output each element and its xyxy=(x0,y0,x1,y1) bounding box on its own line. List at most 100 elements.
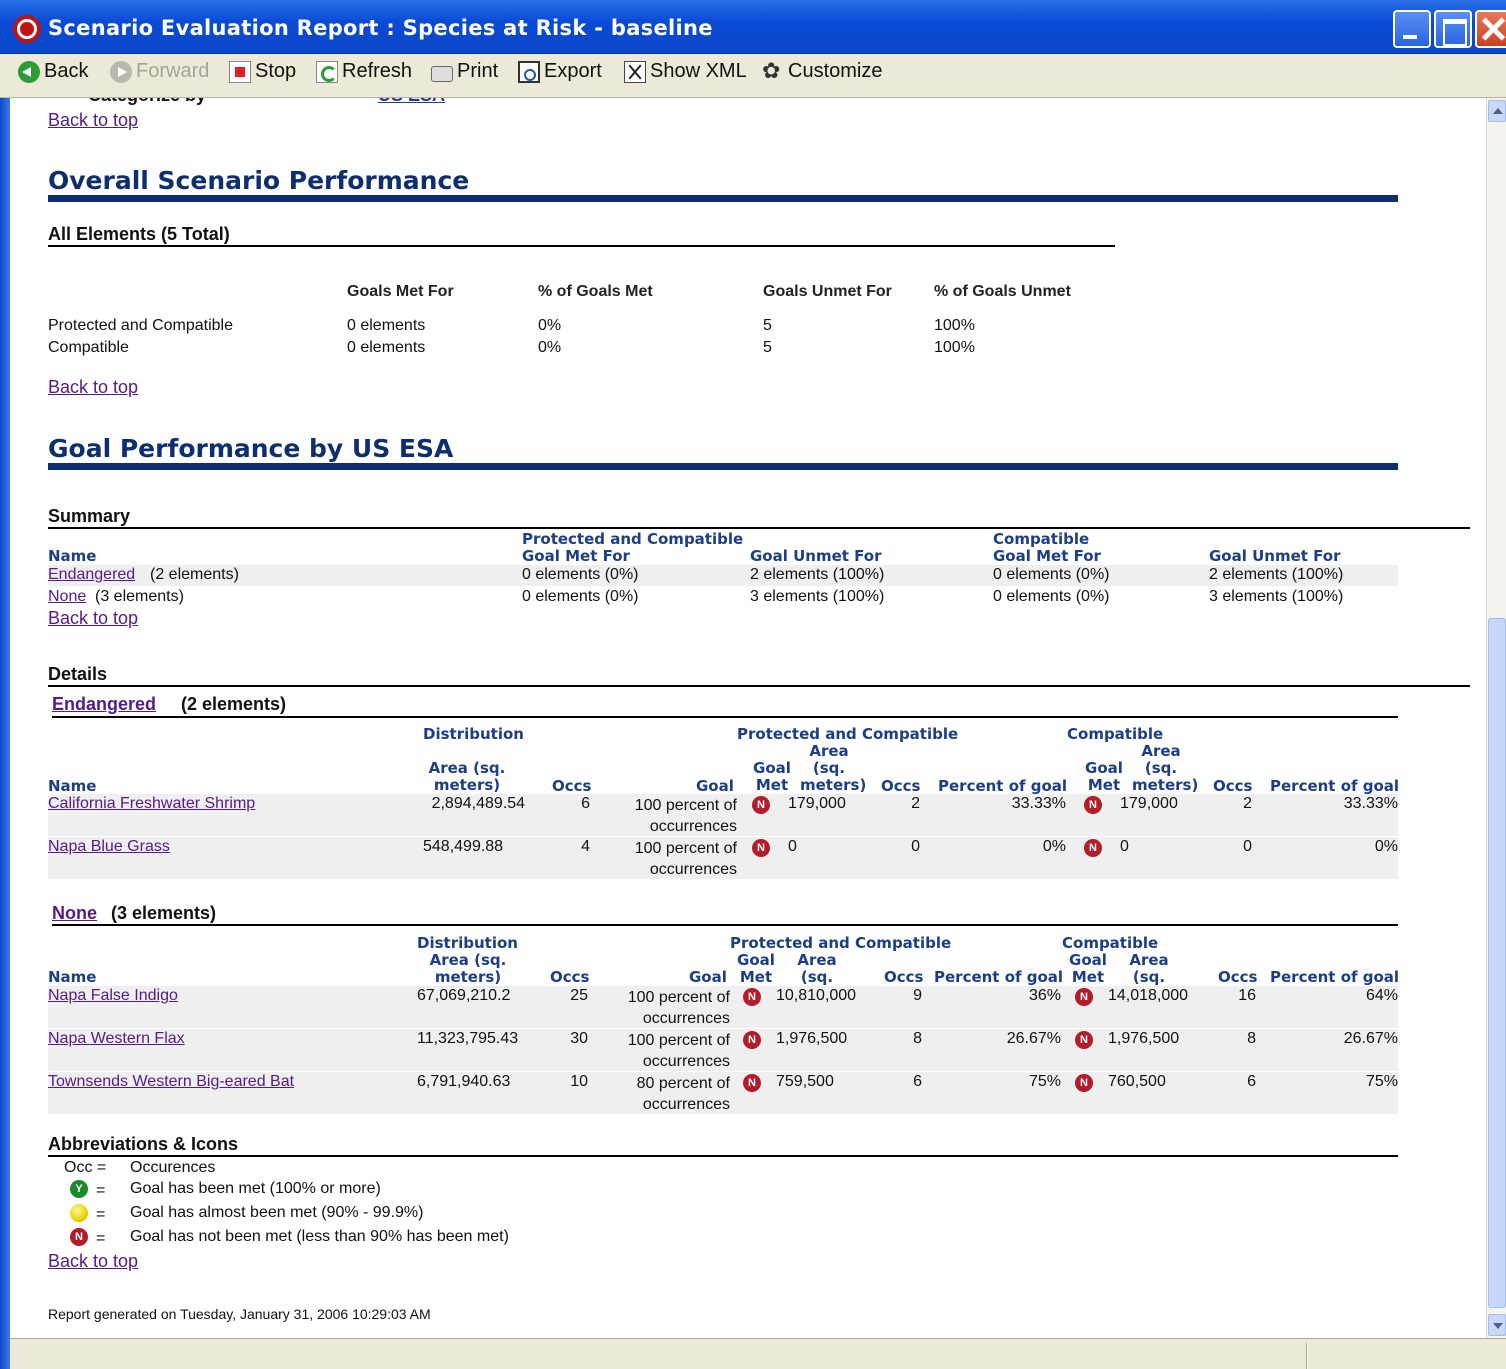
row-label: Compatible xyxy=(48,339,129,356)
header-pc-area: Area (sq. meters) xyxy=(800,742,867,794)
maximize-button[interactable] xyxy=(1434,10,1472,48)
species-link[interactable]: Napa Blue Grass xyxy=(48,838,170,856)
summary-pc-met: 0 elements (0%) xyxy=(522,588,639,605)
overall-section-title: Overall Scenario Performance xyxy=(48,166,470,195)
goal-text: 80 percent of occurrences xyxy=(636,1075,730,1113)
c-occs: 6 xyxy=(1247,1073,1256,1090)
export-button[interactable]: Export xyxy=(518,60,602,83)
c-area: 179,000 xyxy=(1120,795,1178,812)
dist-occs: 4 xyxy=(581,838,590,855)
legend-equals: = xyxy=(96,1182,106,1199)
pc-occs: 9 xyxy=(913,987,922,1004)
back-button[interactable]: Back xyxy=(18,60,88,83)
show-xml-label: Show XML xyxy=(650,60,747,82)
details-divider xyxy=(48,685,1470,687)
header-protected-compatible: Protected and Compatible xyxy=(730,934,952,952)
header-pc-occs: Occs xyxy=(881,777,921,795)
goals-met-value: 0 elements xyxy=(347,339,426,356)
back-to-top-link[interactable]: Back to top xyxy=(48,1251,138,1272)
categorize-link[interactable]: US ESA xyxy=(378,98,445,106)
summary-col-pc-met: Goal Met For xyxy=(522,547,630,565)
header-pc-goal-met: Goal Met xyxy=(737,951,775,986)
goals-met-value: 0 elements xyxy=(347,317,426,334)
c-occs: 8 xyxy=(1247,1030,1256,1047)
section-divider xyxy=(48,463,1398,470)
goal-not-met-icon xyxy=(743,1074,761,1092)
goal-text: 100 percent of occurrences xyxy=(634,840,737,878)
print-button[interactable]: Print xyxy=(431,60,498,83)
customize-button[interactable]: Customize xyxy=(762,58,883,84)
header-dist-occs: Occs xyxy=(552,777,592,795)
c-occs: 0 xyxy=(1243,838,1252,855)
customize-label: Customize xyxy=(788,60,883,82)
pc-occs: 0 xyxy=(911,838,920,855)
details-title: Details xyxy=(48,664,108,684)
summary-col-pc-unmet: Goal Unmet For xyxy=(750,547,882,565)
window-title: Scenario Evaluation Report : Species at … xyxy=(48,16,713,40)
forward-button[interactable]: Forward xyxy=(110,60,209,83)
occ-abbr-value: Occurences xyxy=(130,1159,216,1176)
summary-row-name-link[interactable]: None xyxy=(48,588,86,606)
goal-not-met-icon xyxy=(1075,1074,1093,1092)
header-dist-area: Area (sq. meters) xyxy=(428,759,506,794)
summary-pc-unmet: 2 elements (100%) xyxy=(750,566,885,583)
c-area: 760,500 xyxy=(1108,1073,1166,1090)
summary-col-c-met: Goal Met For xyxy=(993,547,1101,565)
back-to-top-link[interactable]: Back to top xyxy=(48,110,138,131)
summary-row-count: (3 elements) xyxy=(95,588,184,605)
goal-not-met-icon xyxy=(743,1031,761,1049)
scroll-up-arrow-icon[interactable] xyxy=(1488,100,1506,122)
back-to-top-link[interactable]: Back to top xyxy=(48,377,138,398)
forward-label: Forward xyxy=(136,60,210,82)
group-count: (3 elements) xyxy=(111,903,217,923)
c-area: 14,018,000 xyxy=(1108,987,1189,1004)
scroll-down-arrow-icon[interactable] xyxy=(1488,1314,1506,1336)
dist-area: 2,894,489.54 xyxy=(431,795,525,812)
goal-text: 100 percent of occurrences xyxy=(627,989,730,1027)
header-dist-occs: Occs xyxy=(550,968,590,986)
group-divider xyxy=(52,716,1398,718)
window-titlebar[interactable]: Scenario Evaluation Report : Species at … xyxy=(0,0,1506,54)
goal-not-met-icon xyxy=(752,796,770,814)
species-link[interactable]: Napa Western Flax xyxy=(48,1030,185,1048)
group-name-link[interactable]: None xyxy=(52,903,97,924)
occ-abbr-key: Occ = xyxy=(64,1159,107,1176)
species-link[interactable]: California Freshwater Shrimp xyxy=(48,795,255,813)
back-to-top-link[interactable]: Back to top xyxy=(48,608,138,629)
scrollbar-thumb[interactable] xyxy=(1488,618,1506,1308)
group-name-link[interactable]: Endangered xyxy=(52,694,156,715)
report-generated-text: Report generated on Tuesday, January 31,… xyxy=(48,1306,431,1322)
header-goal: Goal xyxy=(696,777,734,795)
minimize-button[interactable] xyxy=(1393,10,1431,48)
header-c-goal-met: Goal Met xyxy=(1085,759,1123,794)
dist-area: 67,069,210.2 xyxy=(417,987,511,1004)
categorize-label: Categorize by xyxy=(88,98,206,106)
goal-almost-met-icon xyxy=(70,1204,88,1222)
goal-met-icon xyxy=(70,1180,88,1198)
pc-percent: 26.67% xyxy=(1006,1030,1061,1047)
goals-unmet-value: 5 xyxy=(763,317,772,334)
stop-button[interactable]: Stop xyxy=(229,60,296,83)
report-content[interactable]: Categorize by US ESA Back to top Overall… xyxy=(10,98,1486,1338)
close-button[interactable] xyxy=(1475,10,1506,48)
header-compatible: Compatible xyxy=(1067,725,1164,743)
refresh-button[interactable]: Refresh xyxy=(316,60,412,83)
species-link[interactable]: Napa False Indigo xyxy=(48,987,178,1005)
dist-area: 548,499.88 xyxy=(423,838,504,855)
legend-almost-text: Goal has almost been met (90% - 99.9%) xyxy=(130,1204,424,1221)
c-occs: 16 xyxy=(1238,987,1256,1004)
vertical-scrollbar[interactable] xyxy=(1486,98,1506,1338)
c-percent: 26.67% xyxy=(1343,1030,1398,1047)
col-goals-met-for: Goals Met For xyxy=(347,283,454,300)
summary-row-name-link[interactable]: Endangered xyxy=(48,566,135,584)
header-distribution: Distribution xyxy=(423,725,524,743)
summary-pc-unmet: 3 elements (100%) xyxy=(750,588,885,605)
legend-met-text: Goal has been met (100% or more) xyxy=(130,1180,381,1197)
species-link[interactable]: Townsends Western Big-eared Bat xyxy=(48,1073,294,1091)
legend-not-met-text: Goal has not been met (less than 90% has… xyxy=(130,1228,509,1245)
show-xml-button[interactable]: Show XML xyxy=(624,60,747,83)
forward-arrow-icon xyxy=(110,60,132,83)
summary-pc-met: 0 elements (0%) xyxy=(522,566,639,583)
header-pc-percent: Percent of goal xyxy=(934,968,1064,986)
refresh-label: Refresh xyxy=(342,60,413,82)
